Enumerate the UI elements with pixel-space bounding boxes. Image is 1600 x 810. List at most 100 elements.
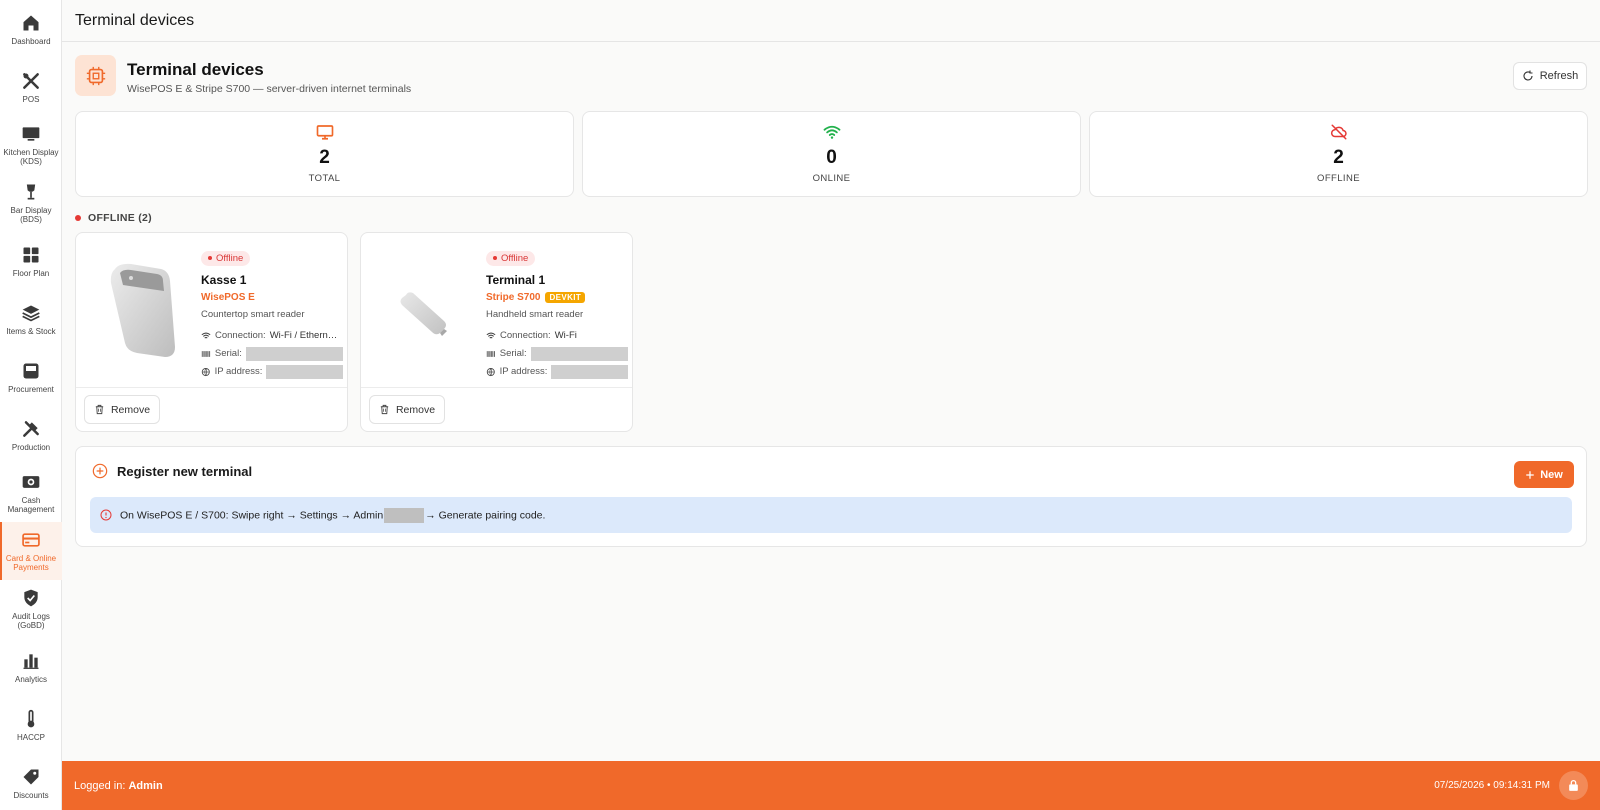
credit-card-icon [22, 533, 40, 547]
bar-chart-icon [23, 653, 39, 669]
ip-label: IP address: [214, 366, 263, 377]
plus-icon [1526, 470, 1534, 479]
sidebar-item-floor-plan[interactable]: Floor Plan [0, 232, 62, 290]
lock-icon [1569, 779, 1578, 791]
sidebar-item-label: POS [22, 94, 40, 104]
sidebar-item-label: Production [11, 442, 51, 452]
sidebar-item-label: Floor Plan [12, 268, 50, 278]
sidebar-item-label: Items & Stock [6, 326, 56, 336]
top-bar: Terminal devices [62, 0, 1600, 42]
sidebar-item-kds[interactable]: Kitchen Display (KDS) [0, 116, 62, 174]
wifi-icon [201, 332, 211, 338]
globe-icon [486, 367, 495, 376]
connection-value: Wi-Fi [554, 330, 577, 341]
sidebar-item-pos[interactable]: POS [0, 58, 62, 116]
sidebar-item-cash-management[interactable]: Cash Management [0, 464, 62, 522]
wine-glass-icon [26, 184, 36, 200]
stat-card-online: 0 ONLINE [582, 111, 1081, 197]
grid-icon [23, 247, 39, 262]
stat-label: TOTAL [308, 173, 341, 184]
pairing-info-text-end: → Generate pairing code. [425, 508, 546, 521]
globe-icon [201, 367, 210, 376]
ip-redacted [551, 364, 628, 379]
ip-label: IP address: [499, 366, 548, 377]
remove-button[interactable]: Remove [369, 395, 445, 424]
wifi-icon [823, 125, 840, 139]
footer-datetime: 07/25/2026 • 09:14:31 PM [1434, 780, 1550, 791]
sidebar-item-analytics[interactable]: Analytics [0, 638, 62, 696]
sidebar-item-label: Cash Management [7, 496, 55, 514]
pairing-info-text: On WisePOS E / S700: Swipe right → Setti… [120, 508, 384, 521]
sidebar: Dashboard POS Kitchen Display (KDS) Bar … [0, 0, 62, 810]
status-badge-label: Offline [501, 252, 529, 264]
sidebar-item-label: HACCP [16, 732, 45, 742]
home-icon [23, 15, 39, 30]
sidebar-item-dashboard[interactable]: Dashboard [0, 0, 62, 58]
sidebar-item-items-stock[interactable]: Items & Stock [0, 290, 62, 348]
new-terminal-button[interactable]: New [1514, 461, 1574, 488]
offline-section-header: OFFLINE (2) [75, 212, 152, 224]
lock-button[interactable] [1559, 771, 1588, 800]
device-description: Countertop smart reader [201, 308, 305, 320]
sidebar-item-audit-logs[interactable]: Audit Logs (GoBD) [0, 580, 62, 638]
refresh-icon [1523, 70, 1533, 81]
layers-icon [22, 305, 40, 321]
sidebar-item-production[interactable]: Production [0, 406, 62, 464]
connection-label: Connection: [215, 330, 266, 341]
ip-redacted [266, 364, 343, 379]
logged-in-user: Admin [128, 779, 163, 792]
trash-icon [95, 404, 104, 415]
device-card: Offline Terminal 1 Stripe S700 DEVKIT Han… [360, 232, 633, 432]
page-title: Terminal devices [127, 60, 264, 79]
devkit-badge: DEVKIT [545, 291, 586, 303]
sidebar-item-label: Audit Logs (GoBD) [12, 612, 50, 630]
page-subtitle: WisePOS E & Stripe S700 — server-driven … [127, 83, 412, 95]
sidebar-item-haccp[interactable]: HACCP [0, 696, 62, 754]
device-model: WisePOS E [201, 291, 255, 303]
register-title: Register new terminal [117, 463, 253, 479]
inbox-icon [23, 363, 39, 378]
sidebar-item-procurement[interactable]: Procurement [0, 348, 62, 406]
sidebar-item-label: Card & Online Payments [5, 554, 57, 572]
device-description: Handheld smart reader [486, 308, 584, 320]
remove-button-label: Remove [110, 403, 151, 416]
sidebar-item-bds[interactable]: Bar Display (BDS) [0, 174, 62, 232]
sidebar-item-label: Discounts [13, 790, 49, 800]
stat-value: 2 [1333, 147, 1344, 168]
status-badge-label: Offline [216, 252, 244, 264]
remove-button-label: Remove [395, 403, 436, 416]
sidebar-item-card-payments[interactable]: Card & Online Payments [0, 522, 62, 580]
device-image [369, 243, 485, 378]
divider [361, 387, 632, 388]
stat-label: OFFLINE [1317, 173, 1360, 184]
shield-check-icon [24, 589, 38, 607]
trash-icon [380, 404, 389, 415]
thermometer-icon [27, 709, 35, 727]
connection-value: Wi-Fi / Ethern… [269, 330, 338, 341]
device-name: Terminal 1 [486, 272, 546, 287]
serial-label: Serial: [499, 348, 527, 359]
sidebar-item-label: Bar Display (BDS) [10, 206, 52, 224]
cash-icon [22, 476, 40, 488]
stat-value: 2 [319, 147, 330, 168]
device-card: Offline Kasse 1 WisePOS E Countertop sma… [75, 232, 348, 432]
connection-label: Connection: [500, 330, 551, 341]
new-button-label: New [1540, 468, 1563, 481]
wifi-icon [486, 332, 496, 338]
cloud-off-icon [1330, 124, 1347, 140]
status-footer: Logged in: Admin 07/25/2026 • 09:14:31 P… [62, 761, 1600, 810]
sidebar-item-label: Analytics [14, 674, 47, 684]
refresh-button[interactable]: Refresh [1513, 62, 1587, 90]
serial-icon [201, 350, 211, 357]
serial-redacted [245, 346, 343, 361]
sidebar-item-label: Procurement [8, 384, 54, 394]
sidebar-item-label: Dashboard [11, 36, 51, 46]
stat-card-offline: 2 OFFLINE [1089, 111, 1588, 197]
remove-button[interactable]: Remove [84, 395, 160, 424]
sidebar-item-discounts[interactable]: Discounts [0, 754, 62, 810]
stat-card-total: 2 TOTAL [75, 111, 574, 197]
status-badge: Offline [201, 250, 251, 266]
monitor-icon [316, 125, 333, 140]
plus-circle-icon [92, 463, 108, 479]
register-terminal-card: Register new terminal New On WisePOS E /… [75, 446, 1587, 547]
